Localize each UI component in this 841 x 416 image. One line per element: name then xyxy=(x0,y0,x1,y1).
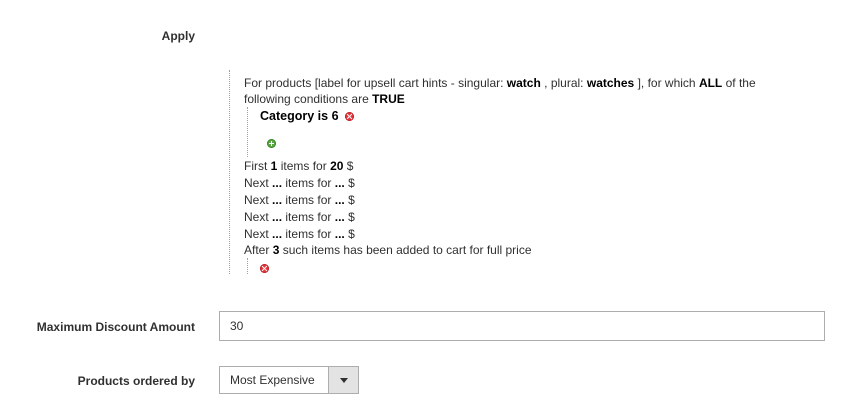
tier-currency: $ xyxy=(348,227,355,241)
aggregator-value[interactable]: ALL xyxy=(699,76,722,90)
condition-value[interactable]: 6 xyxy=(332,109,339,123)
condition-operator[interactable]: is xyxy=(318,109,328,123)
conditions-subtree: Category is 6 xyxy=(247,107,355,157)
add-condition-button[interactable] xyxy=(267,137,276,151)
rule-intro-line: For products [label for upsell cart hint… xyxy=(244,75,756,91)
remove-icon[interactable] xyxy=(345,112,355,121)
tier-row: Next ... items for ... $ xyxy=(244,192,355,208)
after-row: After 3 such items has been added to car… xyxy=(244,242,532,258)
rule-intro-text: , plural: xyxy=(544,76,584,90)
tier-prefix: Next xyxy=(244,210,269,224)
condition-attribute[interactable]: Category xyxy=(260,109,314,123)
tier-price[interactable]: ... xyxy=(335,210,345,224)
tier-text: items for xyxy=(285,227,332,241)
tier-currency: $ xyxy=(348,210,355,224)
tier-price[interactable]: ... xyxy=(335,227,345,241)
rule-intro-text: ], for which xyxy=(637,76,696,90)
select-dropdown-button[interactable] xyxy=(328,367,358,393)
chevron-down-icon xyxy=(339,377,348,383)
rule-intro-text: For products [label for upsell cart hint… xyxy=(244,76,504,90)
condition-value-toggle[interactable]: TRUE xyxy=(372,92,405,106)
tier-prefix: Next xyxy=(244,176,269,190)
tier-text: items for xyxy=(285,193,332,207)
tier-row: Next ... items for ... $ xyxy=(244,175,355,191)
rule-intro-line-2: following conditions are TRUE xyxy=(244,91,405,107)
rule-intro-text: following conditions are xyxy=(244,92,369,106)
condition-row: Category is 6 xyxy=(260,108,355,124)
tier-prefix: Next xyxy=(244,193,269,207)
after-subtree xyxy=(247,258,269,274)
tier-text: items for xyxy=(285,176,332,190)
tier-currency: $ xyxy=(348,193,355,207)
tier-qty[interactable]: ... xyxy=(272,210,282,224)
after-text: such items has been added to cart for fu… xyxy=(282,243,532,257)
singular-label-value[interactable]: watch xyxy=(507,76,541,90)
max-discount-input[interactable] xyxy=(219,311,825,341)
tier-row: Next ... items for ... $ xyxy=(244,209,355,225)
tier-text: items for xyxy=(285,210,332,224)
rule-conditions-tree: For products [label for upsell cart hint… xyxy=(229,70,820,274)
tier-row: Next ... items for ... $ xyxy=(244,226,355,242)
max-discount-label: Maximum Discount Amount xyxy=(36,320,195,334)
tier-currency: $ xyxy=(346,159,354,173)
tier-prefix: Next xyxy=(244,227,269,241)
remove-after-button[interactable] xyxy=(260,261,269,275)
tier-qty[interactable]: ... xyxy=(272,193,282,207)
apply-label: Apply xyxy=(161,29,195,43)
add-icon[interactable] xyxy=(267,139,276,148)
tier-qty[interactable]: ... xyxy=(272,176,282,190)
tier-text: items for xyxy=(280,159,327,173)
tier-qty[interactable]: ... xyxy=(272,227,282,241)
tier-row: First 1 items for 20 $ xyxy=(244,158,353,174)
select-value: Most Expensive xyxy=(230,373,315,387)
tier-qty[interactable]: 1 xyxy=(271,159,278,173)
rule-intro-text: of the xyxy=(725,76,756,90)
tier-currency: $ xyxy=(348,176,355,190)
products-ordered-select[interactable]: Most Expensive xyxy=(219,366,359,394)
products-ordered-label: Products ordered by xyxy=(77,374,195,388)
plural-label-value[interactable]: watches xyxy=(587,76,634,90)
remove-icon[interactable] xyxy=(260,264,269,273)
tier-prefix: First xyxy=(244,159,268,173)
tier-price[interactable]: ... xyxy=(335,176,345,190)
after-prefix: After xyxy=(244,243,270,257)
after-qty[interactable]: 3 xyxy=(273,243,280,257)
tier-price[interactable]: 20 xyxy=(330,159,343,173)
tier-price[interactable]: ... xyxy=(335,193,345,207)
